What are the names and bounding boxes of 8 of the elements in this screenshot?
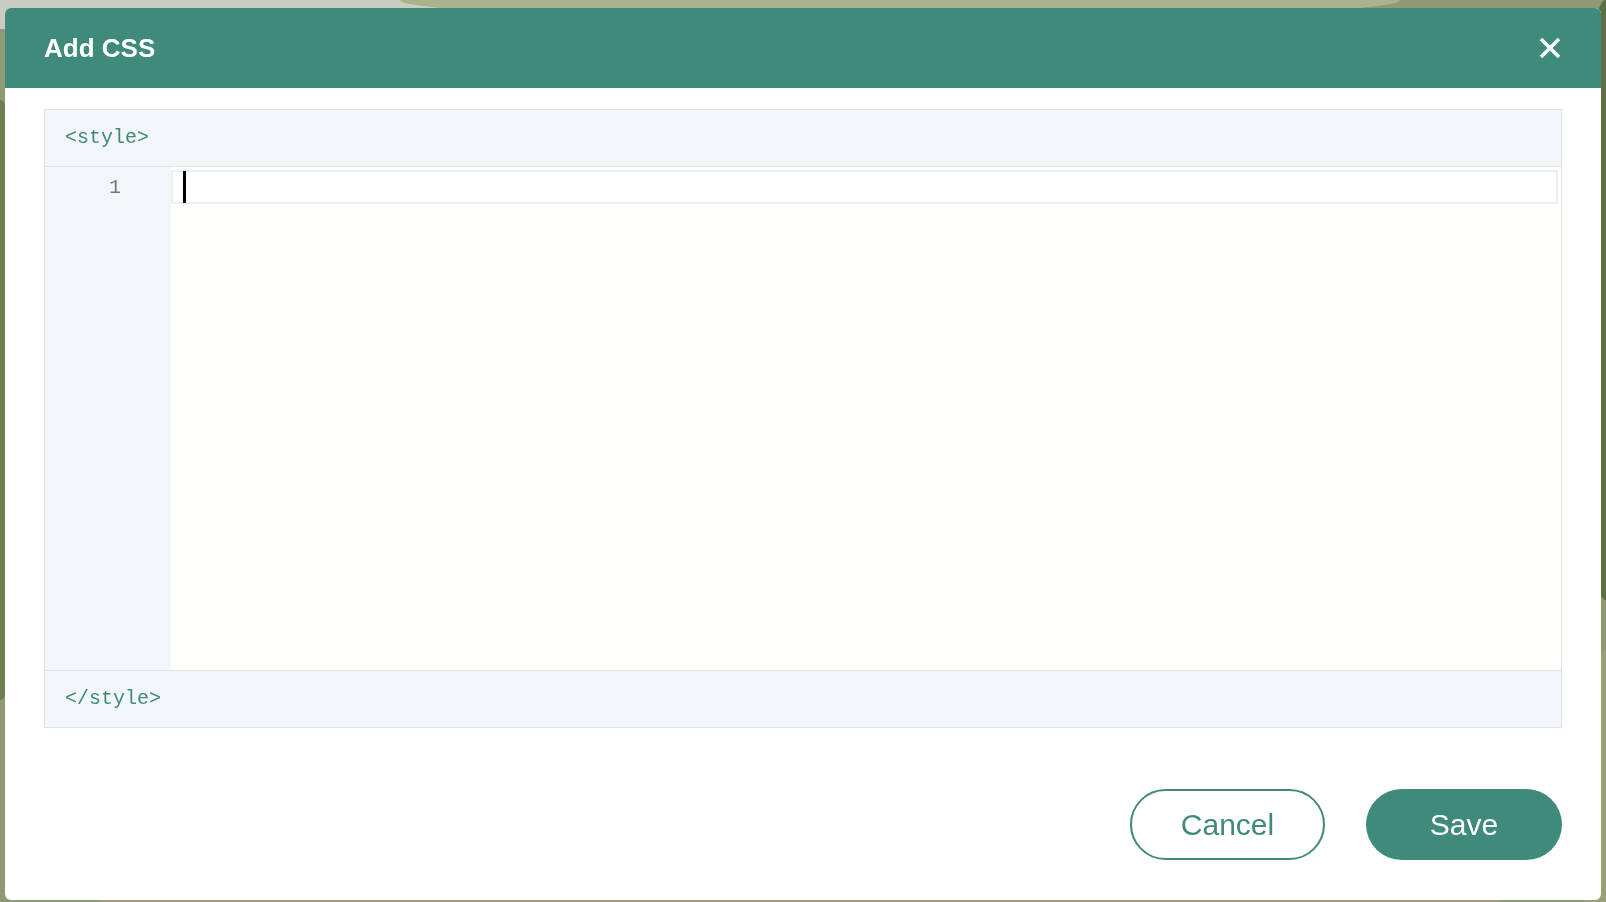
close-tag: </style>	[65, 684, 161, 714]
save-button[interactable]: Save	[1366, 789, 1562, 860]
cancel-button[interactable]: Cancel	[1130, 789, 1325, 860]
text-cursor	[183, 171, 186, 203]
open-tag: <style>	[65, 123, 149, 153]
line-number: 1	[108, 175, 122, 201]
close-icon[interactable]	[1538, 36, 1562, 60]
dialog-title: Add CSS	[44, 31, 156, 65]
